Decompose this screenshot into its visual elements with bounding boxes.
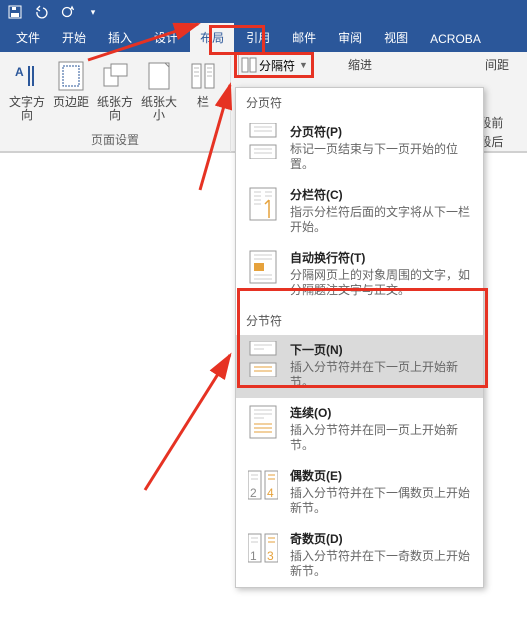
even-page-icon: 24 [246,467,280,505]
dd-column-break-title: 分栏符(C) [290,186,473,203]
breaks-icon [241,57,257,73]
chevron-down-icon: ▼ [299,60,308,70]
column-break-icon [246,186,280,224]
svg-text:4: 4 [267,486,274,500]
dd-even-page-desc: 插入分节符并在下一偶数页上开始新节。 [290,486,473,516]
save-icon[interactable] [6,3,24,21]
dd-text-wrapping-desc: 分隔网页上的对象周围的文字，如分隔题注文字与正文。 [290,268,473,298]
svg-text:1: 1 [250,549,257,563]
columns-icon [187,60,219,92]
dd-odd-page-desc: 插入分节符并在下一奇数页上开始新节。 [290,549,473,579]
tab-insert[interactable]: 插入 [98,23,142,52]
dd-item-continuous[interactable]: 连续(O) 插入分节符并在同一页上开始新节。 [236,398,483,461]
quick-access-toolbar: ▾ [0,0,527,24]
tab-review[interactable]: 审阅 [328,23,372,52]
spacing-group-label: 间距 [485,56,509,73]
breaks-label: 分隔符 [259,57,295,74]
dd-next-page-title: 下一页(N) [290,341,473,358]
columns-button[interactable]: 栏 [182,58,224,122]
group-page-setup-label: 页面设置 [91,131,139,148]
odd-page-icon: 13 [246,530,280,568]
tab-acrobat[interactable]: ACROBA [420,26,491,52]
size-icon [143,60,175,92]
tab-design[interactable]: 设计 [144,23,188,52]
continuous-icon [246,404,280,442]
text-direction-label: 文字方向 [6,96,48,122]
dd-odd-page-title: 奇数页(D) [290,530,473,547]
undo-icon[interactable] [32,3,50,21]
margins-icon [55,60,87,92]
dd-item-text-wrapping[interactable]: 自动换行符(T) 分隔网页上的对象周围的文字，如分隔题注文字与正文。 [236,243,483,306]
dd-section-page-breaks: 分页符 [236,88,483,117]
tab-layout[interactable]: 布局 [190,23,234,52]
tab-home[interactable]: 开始 [52,23,96,52]
columns-label: 栏 [197,96,209,109]
dd-even-page-title: 偶数页(E) [290,467,473,484]
svg-text:2: 2 [250,486,257,500]
text-wrapping-icon [246,249,280,287]
breaks-dropdown: 分页符 分页符(P) 标记一页结束与下一页开始的位置。 分栏符(C) 指示分栏符… [235,87,484,588]
group-page-setup: A 文字方向 页边距 纸张方向 纸张大小 栏 页面设置 [0,56,231,152]
dd-item-odd-page[interactable]: 13 奇数页(D) 插入分节符并在下一奇数页上开始新节。 [236,524,483,587]
qat-customize-icon[interactable]: ▾ [84,3,102,21]
dd-page-break-desc: 标记一页结束与下一页开始的位置。 [290,142,473,172]
dd-section-section-breaks: 分节符 [236,306,483,335]
margins-label: 页边距 [53,96,89,109]
tab-file[interactable]: 文件 [6,23,50,52]
svg-text:A: A [15,65,24,79]
next-page-icon [246,341,280,379]
tab-mailings[interactable]: 邮件 [282,23,326,52]
size-label: 纸张大小 [138,96,180,122]
dd-item-next-page[interactable]: 下一页(N) 插入分节符并在下一页上开始新节。 [236,335,483,398]
dd-column-break-desc: 指示分栏符后面的文字将从下一栏开始。 [290,205,473,235]
text-direction-icon: A [11,60,43,92]
text-direction-button[interactable]: A 文字方向 [6,58,48,122]
margins-button[interactable]: 页边距 [50,58,92,122]
dd-item-column-break[interactable]: 分栏符(C) 指示分栏符后面的文字将从下一栏开始。 [236,180,483,243]
redo-icon[interactable] [58,3,76,21]
page-break-icon [246,123,280,161]
breaks-button[interactable]: 分隔符 ▼ [238,54,313,76]
dd-text-wrapping-title: 自动换行符(T) [290,249,473,266]
orientation-icon [99,60,131,92]
size-button[interactable]: 纸张大小 [138,58,180,122]
orientation-button[interactable]: 纸张方向 [94,58,136,122]
ribbon-tabs: 文件 开始 插入 设计 布局 引用 邮件 审阅 视图 ACROBA [0,24,527,52]
dd-continuous-title: 连续(O) [290,404,473,421]
dd-item-page-break[interactable]: 分页符(P) 标记一页结束与下一页开始的位置。 [236,117,483,180]
svg-text:3: 3 [267,549,274,563]
dd-next-page-desc: 插入分节符并在下一页上开始新节。 [290,360,473,390]
indent-group-label: 缩进 [348,56,372,73]
orientation-label: 纸张方向 [94,96,136,122]
dd-item-even-page[interactable]: 24 偶数页(E) 插入分节符并在下一偶数页上开始新节。 [236,461,483,524]
tab-view[interactable]: 视图 [374,23,418,52]
dd-page-break-title: 分页符(P) [290,123,473,140]
dd-continuous-desc: 插入分节符并在同一页上开始新节。 [290,423,473,453]
tab-references[interactable]: 引用 [236,23,280,52]
